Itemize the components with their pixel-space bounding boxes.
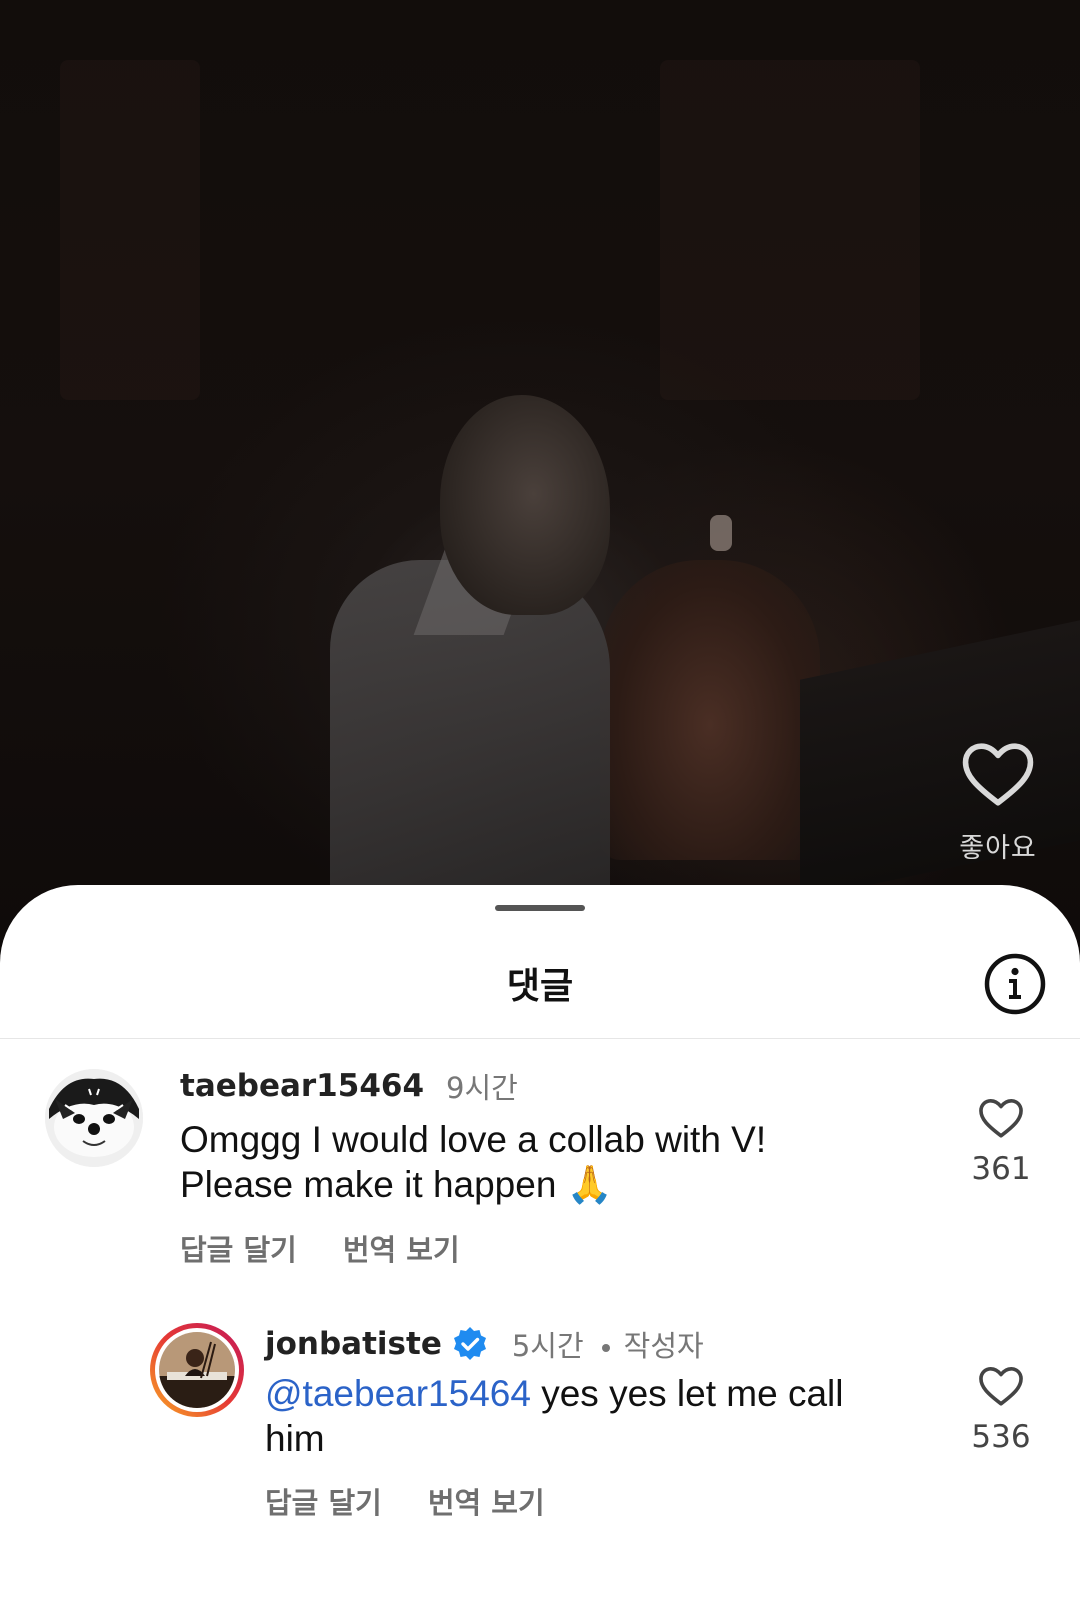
avatar-story-ring[interactable] xyxy=(150,1323,244,1417)
reply-button[interactable]: 답글 달기 xyxy=(265,1480,382,1522)
heart-outline-icon xyxy=(979,1367,1023,1406)
sheet-title: 댓글 xyxy=(506,966,574,1007)
comments-sheet: 댓글 taebear15464 9시간 Omggg I would love a… xyxy=(0,885,1080,1603)
video-light xyxy=(710,515,732,551)
reel-video[interactable]: 좋아요 xyxy=(0,0,1080,940)
sheet-divider xyxy=(0,1038,1080,1039)
comment-actions: 답글 달기 번역 보기 xyxy=(265,1480,545,1522)
comment-like-button[interactable]: 536 xyxy=(956,1365,1046,1455)
comment-like-button[interactable]: 361 xyxy=(956,1097,1046,1187)
see-translation-button[interactable]: 번역 보기 xyxy=(343,1227,460,1269)
comment-text-line: Omggg I would love a collab with V! xyxy=(180,1119,767,1160)
video-performer-head xyxy=(440,395,610,615)
video-backdrop xyxy=(60,60,200,400)
info-circle-icon xyxy=(984,953,1046,1015)
comment-header: taebear15464 9시간 xyxy=(180,1065,518,1107)
comment-text-line: Please make it happen 🙏 xyxy=(180,1162,900,1207)
video-backdrop xyxy=(660,60,920,400)
heart-outline-icon xyxy=(962,743,1034,806)
comment-timestamp: 9시간 xyxy=(446,1071,518,1105)
reels-comments-screen: 좋아요 댓글 taebear15464 9시간 Omggg I would lo… xyxy=(0,0,1080,1603)
comment-like-count: 361 xyxy=(971,1151,1031,1187)
sheet-drag-handle[interactable] xyxy=(495,905,585,911)
comment-actions: 답글 달기 번역 보기 xyxy=(180,1227,460,1269)
comment-text: Omggg I would love a collab with V! Plea… xyxy=(180,1117,900,1207)
folded-hands-emoji: 🙏 xyxy=(566,1164,613,1205)
video-like-button[interactable]: 좋아요 xyxy=(958,740,1038,865)
avatar xyxy=(159,1332,235,1408)
info-button[interactable] xyxy=(984,953,1046,1015)
avatar-image xyxy=(45,1069,143,1167)
comment-text-segment: yes yes let me call xyxy=(530,1373,844,1414)
comment-username[interactable]: jonbatiste xyxy=(265,1326,442,1362)
user-mention-link[interactable]: @taebear15464 xyxy=(265,1373,531,1414)
comment-text: @taebear15464 yes yes let me call him xyxy=(265,1371,905,1461)
verified-badge-icon xyxy=(452,1326,488,1362)
separator-dot xyxy=(601,1344,610,1352)
reply-button[interactable]: 답글 달기 xyxy=(180,1227,297,1269)
comment-timestamp: 5시간 xyxy=(511,1329,584,1363)
comment-username[interactable]: taebear15464 xyxy=(180,1068,424,1104)
author-tag: 작성자 xyxy=(623,1329,704,1363)
see-translation-button[interactable]: 번역 보기 xyxy=(428,1480,545,1522)
comment-text-line: him xyxy=(265,1418,325,1459)
comment-header: jonbatiste 5시간 작성자 xyxy=(265,1323,704,1365)
video-piano xyxy=(800,620,1080,900)
comment-text-line2: Please make it happen xyxy=(180,1164,557,1205)
comment-text-line: @taebear15464 yes yes let me call xyxy=(265,1371,905,1416)
video-figure xyxy=(600,560,820,860)
avatar[interactable] xyxy=(45,1069,143,1167)
heart-outline-icon xyxy=(979,1099,1023,1138)
video-like-label: 좋아요 xyxy=(959,833,1037,864)
comment-like-count: 536 xyxy=(971,1419,1031,1455)
